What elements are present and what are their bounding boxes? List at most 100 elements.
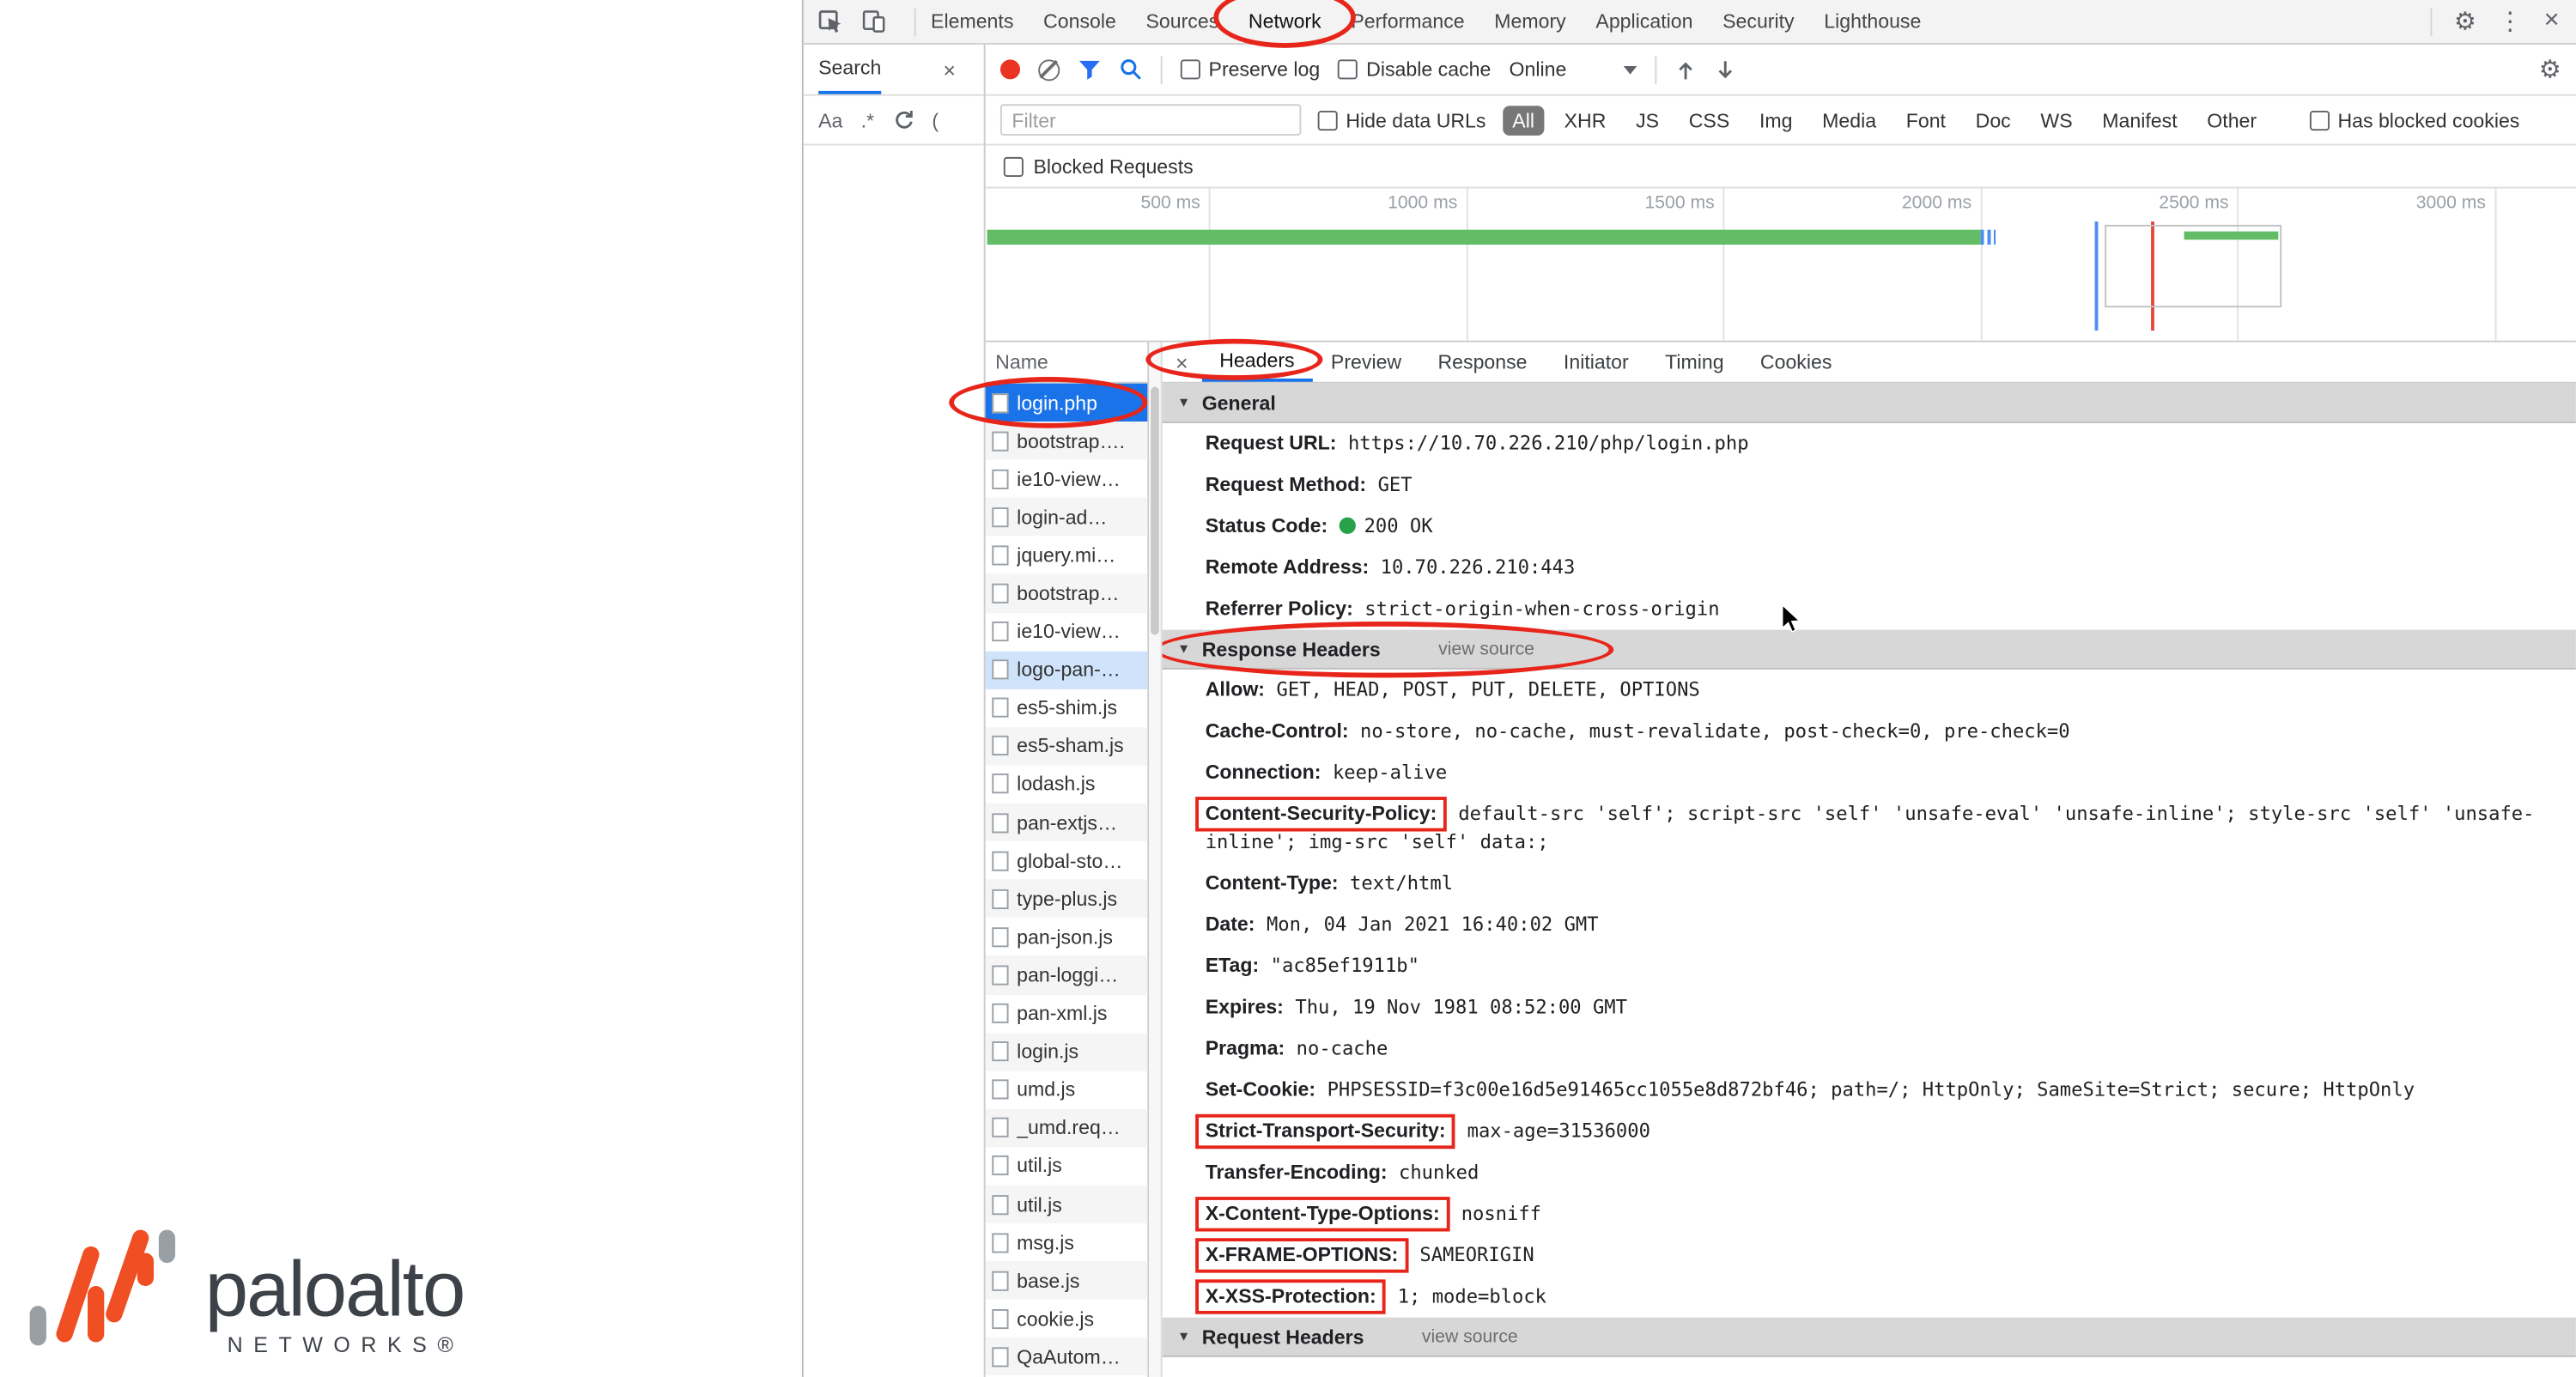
devtools-tab[interactable]: Elements <box>916 0 1029 43</box>
response-headers-section-header[interactable]: ▼ Response Headers view source <box>1163 630 2576 670</box>
resource-type-filter[interactable]: Media <box>1813 105 1886 135</box>
clear-network-log-icon[interactable] <box>1038 58 1060 80</box>
request-row[interactable]: ie10-view… <box>986 460 1148 498</box>
details-tab[interactable]: Timing <box>1647 343 1742 382</box>
request-row[interactable]: pan-extjs… <box>986 804 1148 841</box>
disable-cache-checkbox[interactable] <box>1338 59 1358 79</box>
paren-glyph: ( <box>932 108 939 131</box>
import-har-icon[interactable] <box>1675 58 1697 80</box>
search-drawer-close-icon[interactable]: × <box>943 57 956 82</box>
request-row[interactable]: umd.js <box>986 1071 1148 1108</box>
request-row[interactable]: base.js <box>986 1261 1148 1299</box>
preserve-log-control[interactable]: Preserve log <box>1181 58 1320 81</box>
scrollbar-thumb[interactable] <box>1151 387 1159 635</box>
devtools-tab[interactable]: Memory <box>1479 0 1581 43</box>
preserve-log-checkbox[interactable] <box>1181 59 1200 79</box>
details-tab[interactable]: Initiator <box>1546 343 1647 382</box>
requests-column-header[interactable]: Name <box>986 343 1148 384</box>
request-row[interactable]: bootstrap… <box>986 574 1148 612</box>
request-row[interactable]: logo-pan-… <box>986 651 1148 688</box>
refresh-icon[interactable] <box>892 109 914 130</box>
regex-icon[interactable]: .* <box>861 108 874 131</box>
has-blocked-cookies-checkbox[interactable] <box>2310 110 2330 130</box>
request-row[interactable]: jquery.mi… <box>986 537 1148 574</box>
request-row[interactable]: global-sto… <box>986 841 1148 879</box>
devtools-tab[interactable]: Performance <box>1336 0 1479 43</box>
devtools-tab[interactable]: Network <box>1234 0 1336 43</box>
view-source-link[interactable]: view source <box>1438 639 1534 658</box>
resource-type-filter[interactable]: Font <box>1896 105 1955 135</box>
device-toolbar-icon[interactable] <box>861 10 886 33</box>
devtools-tab[interactable]: Lighthouse <box>1809 0 1936 43</box>
blocked-requests-checkbox[interactable] <box>1004 156 1024 176</box>
details-tab[interactable]: Preview <box>1313 343 1420 382</box>
filter-funnel-icon[interactable] <box>1078 58 1101 80</box>
request-row[interactable]: es5-sham.js <box>986 727 1148 765</box>
request-row[interactable]: bootstrap…. <box>986 422 1148 459</box>
devtools-tab[interactable]: Console <box>1029 0 1131 43</box>
throttling-select[interactable]: Online <box>1510 58 1638 81</box>
export-har-icon[interactable] <box>1716 58 1737 80</box>
view-source-link[interactable]: view source <box>1422 1326 1518 1346</box>
request-row[interactable]: type-plus.js <box>986 880 1148 918</box>
hide-data-urls-control[interactable]: Hide data URLs <box>1318 108 1486 131</box>
resource-type-filter[interactable]: Img <box>1749 105 1802 135</box>
collapse-arrow-icon[interactable]: ▼ <box>1177 641 1190 656</box>
requests-scrollbar[interactable] <box>1149 343 1162 1377</box>
resource-type-filter[interactable]: Other <box>2197 105 2267 135</box>
devtools-tab[interactable]: Sources <box>1131 0 1233 43</box>
resource-type-filter[interactable]: XHR <box>1554 105 1616 135</box>
request-row[interactable]: login.js <box>986 1033 1148 1071</box>
close-devtools-icon[interactable]: × <box>2544 7 2560 37</box>
resource-type-filter[interactable]: WS <box>2031 105 2082 135</box>
request-row[interactable]: lodash.js <box>986 765 1148 803</box>
request-row[interactable]: msg.js <box>986 1223 1148 1261</box>
request-name: lodash.js <box>1017 773 1095 796</box>
more-options-icon[interactable]: ⋮ <box>2498 7 2523 37</box>
devtools-tab[interactable]: Application <box>1581 0 1708 43</box>
network-settings-gear-icon[interactable]: ⚙ <box>2539 55 2561 85</box>
request-name: base.js <box>1017 1269 1079 1292</box>
resource-type-filter[interactable]: JS <box>1626 105 1669 135</box>
disable-cache-control[interactable]: Disable cache <box>1338 58 1491 81</box>
request-row[interactable]: cookie.js <box>986 1300 1148 1338</box>
file-icon <box>992 813 1008 833</box>
collapse-arrow-icon[interactable]: ▼ <box>1177 1329 1190 1344</box>
resource-type-filter[interactable]: CSS <box>1679 105 1740 135</box>
request-row[interactable]: es5-shim.js <box>986 688 1148 726</box>
request-row[interactable]: util.js <box>986 1186 1148 1223</box>
search-icon[interactable] <box>1120 58 1143 81</box>
resource-type-filter[interactable]: Doc <box>1965 105 2020 135</box>
match-case-icon[interactable]: Aa <box>818 108 842 131</box>
request-row[interactable]: pan-json.js <box>986 918 1148 955</box>
inspect-element-icon[interactable] <box>818 9 843 34</box>
general-section-header[interactable]: ▼ General <box>1163 384 2576 423</box>
settings-gear-icon[interactable]: ⚙ <box>2454 7 2476 37</box>
request-row[interactable]: pan-loggi… <box>986 956 1148 994</box>
request-row[interactable]: ie10-view… <box>986 613 1148 651</box>
request-row[interactable]: QaAutom… <box>986 1338 1148 1375</box>
close-details-icon[interactable]: × <box>1176 349 1188 374</box>
details-tab[interactable]: Headers <box>1201 343 1313 382</box>
details-tab[interactable]: Response <box>1419 343 1545 382</box>
request-row[interactable]: util.js <box>986 1147 1148 1185</box>
devtools-tab[interactable]: Security <box>1708 0 1809 43</box>
file-icon <box>992 431 1008 451</box>
has-blocked-cookies-control[interactable]: Has blocked cookies <box>2310 108 2520 131</box>
search-drawer-tab[interactable]: Search <box>818 45 881 94</box>
network-overview-timeline[interactable]: 500 ms 1000 ms 1500 ms 2000 ms 2500 ms 3… <box>986 189 2576 343</box>
request-headers-section-header[interactable]: ▼ Request Headers view source <box>1163 1318 2576 1357</box>
details-tab[interactable]: Cookies <box>1742 343 1850 382</box>
request-row[interactable]: login-ad… <box>986 498 1148 536</box>
request-row[interactable]: _umd.req… <box>986 1109 1148 1147</box>
hide-data-urls-checkbox[interactable] <box>1318 110 1338 130</box>
request-row[interactable]: login.php <box>986 384 1148 422</box>
resource-type-filter[interactable]: All <box>1503 105 1545 135</box>
filter-input[interactable] <box>1000 104 1301 136</box>
request-row[interactable]: pan-xml.js <box>986 994 1148 1032</box>
request-name: ie10-view… <box>1017 467 1121 490</box>
file-icon <box>992 660 1008 680</box>
record-network-log-icon[interactable] <box>1000 59 1020 79</box>
resource-type-filter[interactable]: Manifest <box>2093 105 2187 135</box>
collapse-arrow-icon[interactable]: ▼ <box>1177 395 1190 409</box>
